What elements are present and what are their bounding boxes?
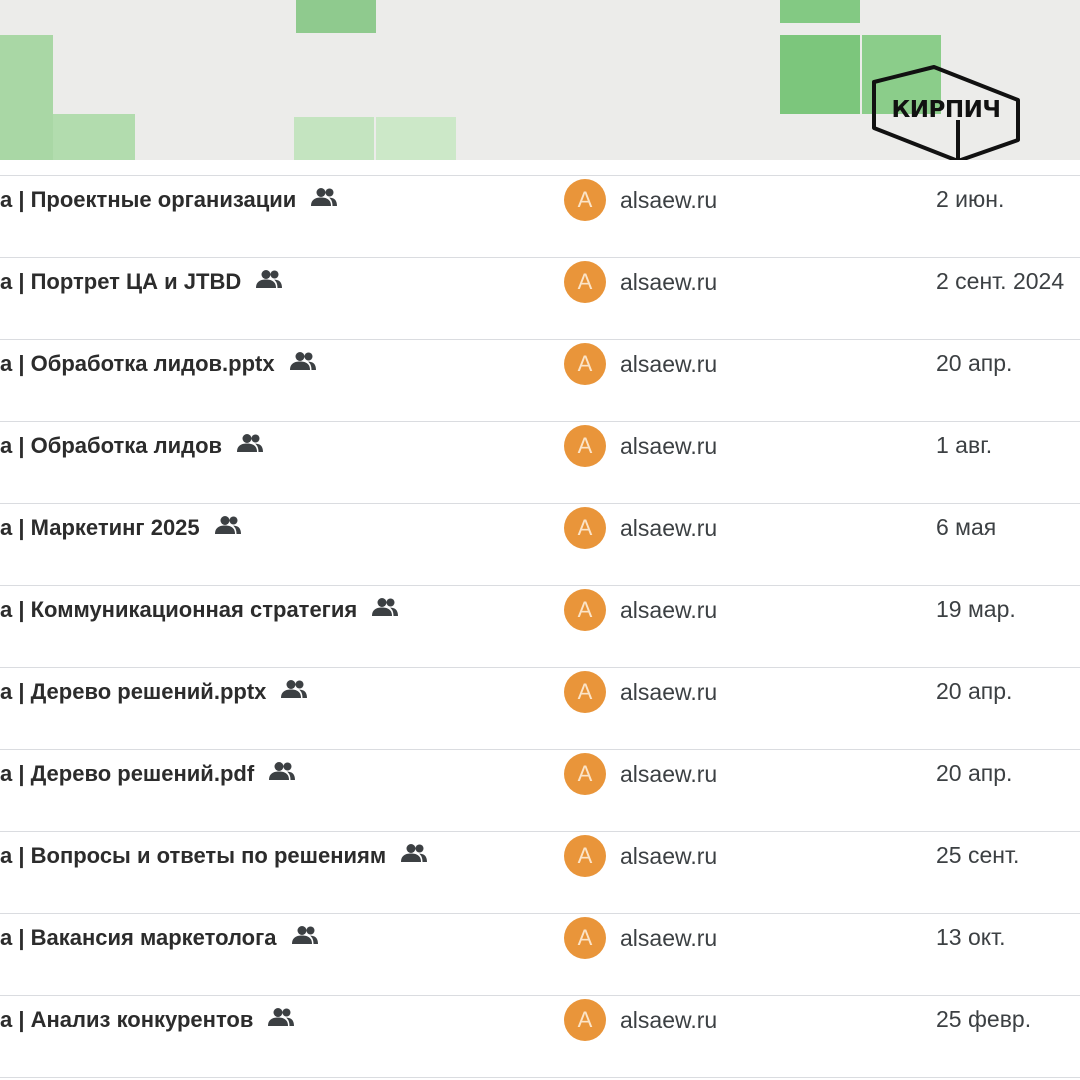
modified-date: 25 сент.: [936, 842, 1020, 868]
owner-avatar[interactable]: A: [564, 589, 606, 631]
file-list: а | Проектные организации A alsaew.ru 2 …: [0, 175, 1080, 1078]
file-name: а | Вакансия маркетолога: [0, 925, 277, 950]
owner-name: alsaew.ru: [620, 268, 718, 295]
shared-people-icon: [268, 1008, 295, 1026]
file-name: а | Портрет ЦА и JTBD: [0, 269, 242, 294]
file-name-cell: а | Проектные организации: [0, 176, 338, 258]
banner-tile: [376, 117, 456, 160]
shared-people-icon: [311, 188, 338, 206]
file-row[interactable]: а | Коммуникационная стратегия A alsaew.…: [0, 586, 1080, 668]
modified-date: 2 июн.: [936, 186, 1005, 212]
owner-cell: A alsaew.ru: [564, 671, 717, 713]
shared-people-icon: [372, 598, 399, 616]
banner-tile: [780, 35, 860, 114]
file-name-cell: а | Портрет ЦА и JTBD: [0, 258, 283, 340]
owner-name: alsaew.ru: [620, 678, 718, 705]
shared-people-icon: [289, 352, 316, 370]
file-row[interactable]: а | Обработка лидов.pptx A alsaew.ru 20 …: [0, 340, 1080, 422]
banner-tile: [294, 117, 374, 160]
file-name-cell: а | Коммуникационная стратегия: [0, 586, 399, 668]
shared-people-icon: [401, 844, 428, 862]
owner-avatar[interactable]: A: [564, 917, 606, 959]
file-row[interactable]: а | Дерево решений.pdf A alsaew.ru 20 ап…: [0, 750, 1080, 832]
shared-people-icon: [281, 680, 308, 698]
owner-avatar[interactable]: A: [564, 179, 606, 221]
file-name-cell: а | Обработка лидов: [0, 422, 264, 504]
modified-date: 1 авг.: [936, 432, 993, 458]
modified-date: 20 апр.: [936, 760, 1013, 786]
file-name: а | Анализ конкурентов: [0, 1007, 254, 1032]
logo-text: КИРПИЧ: [891, 97, 1002, 123]
modified-date: 25 февр.: [936, 1006, 1032, 1032]
kirpich-logo: КИРПИЧ: [866, 64, 1026, 160]
modified-date: 6 мая: [936, 514, 997, 540]
banner-tile: [296, 0, 376, 33]
file-name-cell: а | Обработка лидов.pptx: [0, 340, 317, 422]
banner-tile: [53, 114, 135, 160]
file-name-cell: а | Вопросы и ответы по решениям: [0, 832, 428, 914]
banner-tile: [0, 35, 53, 160]
owner-avatar[interactable]: A: [564, 835, 606, 877]
modified-date: 20 апр.: [936, 350, 1013, 376]
banner-tile: [780, 0, 860, 23]
owner-cell: A alsaew.ru: [564, 507, 717, 549]
file-name: а | Маркетинг 2025: [0, 515, 200, 540]
file-row[interactable]: а | Анализ конкурентов A alsaew.ru 25 фе…: [0, 996, 1080, 1078]
file-row[interactable]: а | Проектные организации A alsaew.ru 2 …: [0, 176, 1080, 258]
file-name: а | Обработка лидов.pptx: [0, 351, 275, 376]
shared-people-icon: [237, 434, 264, 452]
file-name-cell: а | Дерево решений.pdf: [0, 750, 296, 832]
file-name-cell: а | Дерево решений.pptx: [0, 668, 308, 750]
modified-date: 19 мар.: [936, 596, 1016, 622]
file-name: а | Дерево решений.pptx: [0, 679, 267, 704]
owner-cell: A alsaew.ru: [564, 343, 717, 385]
owner-avatar[interactable]: A: [564, 671, 606, 713]
owner-name: alsaew.ru: [620, 924, 718, 951]
owner-cell: A alsaew.ru: [564, 999, 717, 1041]
file-name: а | Проектные организации: [0, 187, 297, 212]
owner-avatar[interactable]: A: [564, 999, 606, 1041]
owner-name: alsaew.ru: [620, 1006, 718, 1033]
owner-cell: A alsaew.ru: [564, 425, 717, 467]
shared-people-icon: [214, 516, 241, 534]
owner-name: alsaew.ru: [620, 432, 718, 459]
file-row[interactable]: а | Вакансия маркетолога A alsaew.ru 13 …: [0, 914, 1080, 996]
modified-date: 13 окт.: [936, 924, 1006, 950]
owner-name: alsaew.ru: [620, 760, 718, 787]
owner-avatar[interactable]: A: [564, 507, 606, 549]
owner-cell: A alsaew.ru: [564, 835, 717, 877]
modified-date: 20 апр.: [936, 678, 1013, 704]
header-banner: КИРПИЧ: [0, 0, 1080, 160]
shared-people-icon: [291, 926, 318, 944]
owner-name: alsaew.ru: [620, 514, 718, 541]
owner-cell: A alsaew.ru: [564, 261, 717, 303]
owner-name: alsaew.ru: [620, 186, 718, 213]
file-row[interactable]: а | Портрет ЦА и JTBD A alsaew.ru 2 сент…: [0, 258, 1080, 340]
file-name: а | Коммуникационная стратегия: [0, 597, 358, 622]
modified-date: 2 сент. 2024: [936, 268, 1065, 294]
file-name-cell: а | Анализ конкурентов: [0, 996, 295, 1078]
owner-name: alsaew.ru: [620, 350, 718, 377]
owner-cell: A alsaew.ru: [564, 753, 717, 795]
shared-people-icon: [269, 762, 296, 780]
owner-avatar[interactable]: A: [564, 343, 606, 385]
file-name-cell: а | Маркетинг 2025: [0, 504, 242, 586]
file-row[interactable]: а | Маркетинг 2025 A alsaew.ru 6 мая: [0, 504, 1080, 586]
owner-name: alsaew.ru: [620, 596, 718, 623]
owner-avatar[interactable]: A: [564, 425, 606, 467]
owner-name: alsaew.ru: [620, 842, 718, 869]
file-row[interactable]: а | Обработка лидов A alsaew.ru 1 авг.: [0, 422, 1080, 504]
file-name: а | Вопросы и ответы по решениям: [0, 843, 387, 868]
file-name: а | Дерево решений.pdf: [0, 761, 255, 786]
owner-cell: A alsaew.ru: [564, 179, 717, 221]
file-name: а | Обработка лидов: [0, 433, 223, 458]
shared-people-icon: [256, 270, 283, 288]
owner-cell: A alsaew.ru: [564, 589, 717, 631]
file-row[interactable]: а | Дерево решений.pptx A alsaew.ru 20 а…: [0, 668, 1080, 750]
owner-avatar[interactable]: A: [564, 261, 606, 303]
file-row[interactable]: а | Вопросы и ответы по решениям A alsae…: [0, 832, 1080, 914]
file-name-cell: а | Вакансия маркетолога: [0, 914, 319, 996]
owner-avatar[interactable]: A: [564, 753, 606, 795]
owner-cell: A alsaew.ru: [564, 917, 717, 959]
